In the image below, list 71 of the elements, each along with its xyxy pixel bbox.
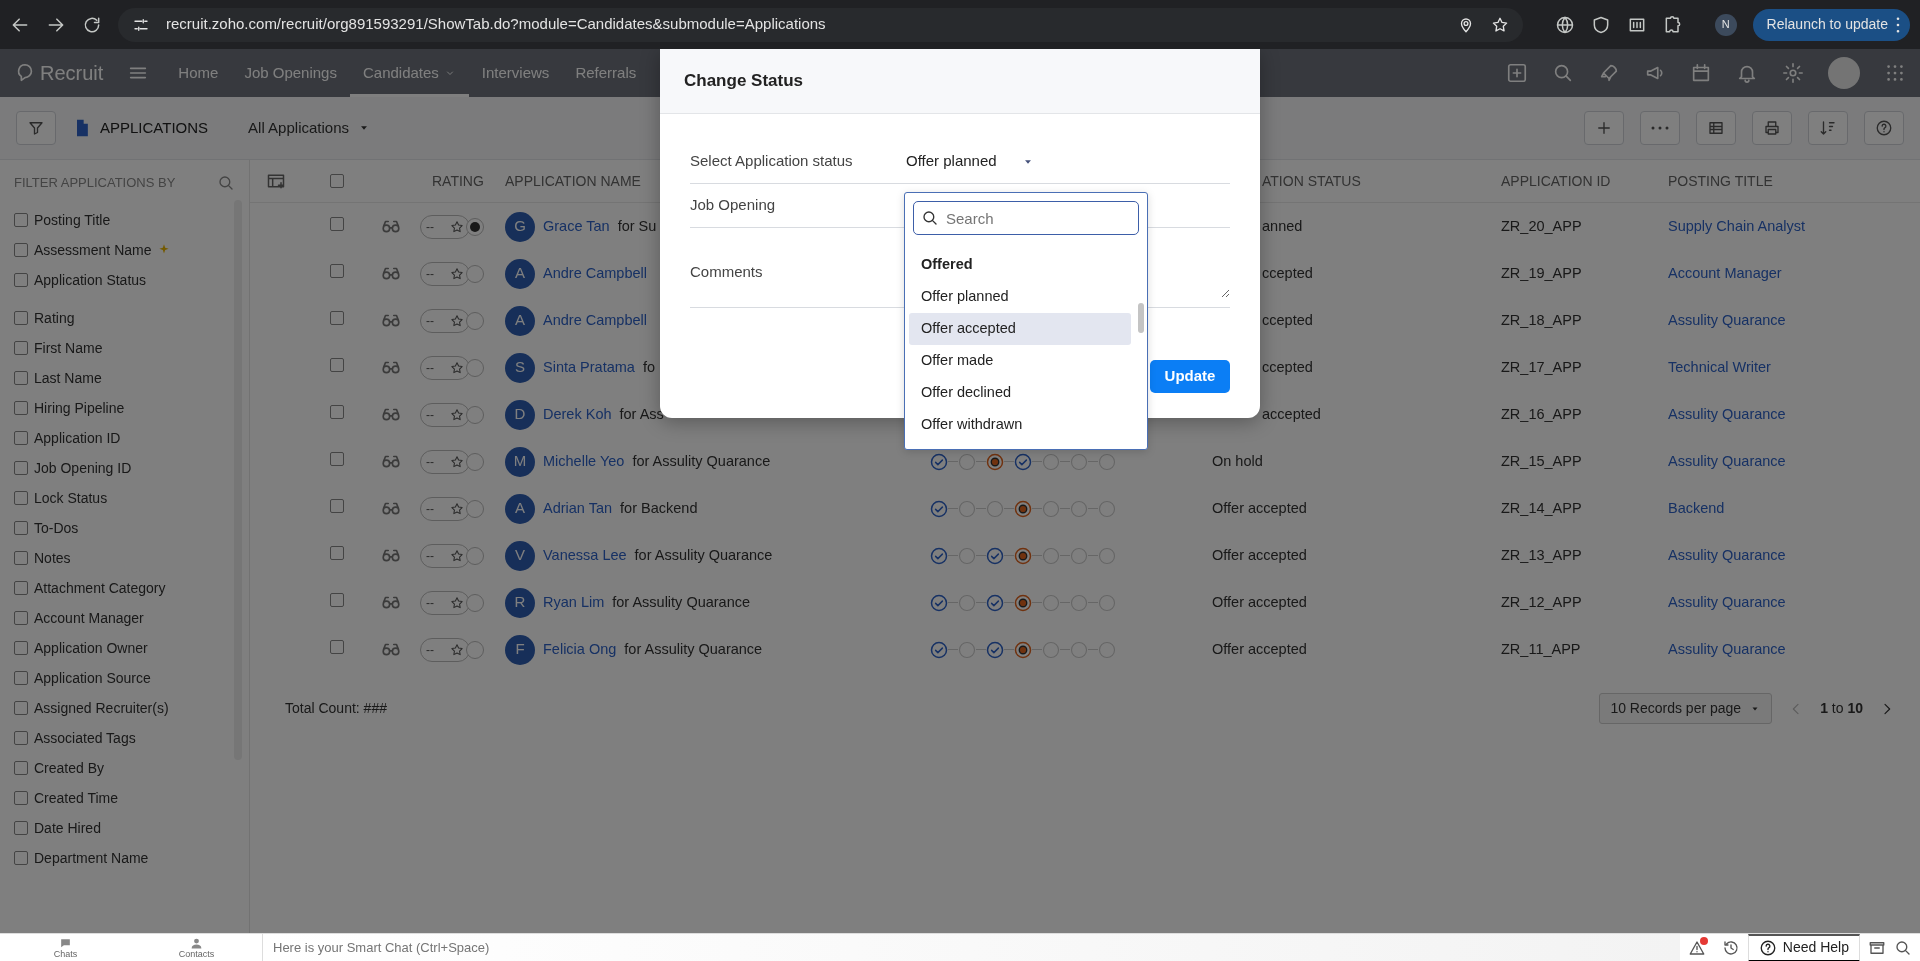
filter-label: Rating xyxy=(34,308,75,328)
job-text: for Assulity Quarance xyxy=(624,639,763,659)
page-range: 1 to 10 xyxy=(1820,699,1863,718)
filter-label: Application Owner xyxy=(34,638,148,658)
filter-label: Posting Title xyxy=(34,210,111,230)
modal-title: Change Status xyxy=(684,70,804,93)
status-text: accepted xyxy=(1261,405,1321,422)
status-text: ccepted xyxy=(1261,264,1313,281)
filter-label: Lock Status xyxy=(34,488,108,508)
application-id: ZR_14_APP xyxy=(1501,499,1582,516)
filter-label: Last Name xyxy=(34,368,102,388)
job-text: for Su xyxy=(617,216,657,236)
filter-label: Application Status xyxy=(34,270,147,290)
job-text: for Backend xyxy=(620,498,698,518)
status-text: Offer accepted xyxy=(1212,499,1307,516)
job-text: for Assulity Quarance xyxy=(612,592,751,612)
field-label: Select Application status xyxy=(690,151,854,172)
application-id: ZR_18_APP xyxy=(1501,311,1582,328)
filter-label: Associated Tags xyxy=(34,728,136,748)
avatar: A xyxy=(505,493,535,524)
filter-label: Account Manager xyxy=(34,608,144,628)
group-header: Offered xyxy=(920,255,974,275)
field-label: Comments xyxy=(690,262,764,283)
filter-label: Created Time xyxy=(34,788,119,808)
filter-label: Attachment Category xyxy=(34,578,166,598)
application-id: ZR_19_APP xyxy=(1501,264,1582,281)
filter-label: Application ID xyxy=(34,428,121,448)
application-id: ZR_11_APP xyxy=(1501,640,1581,657)
application-id: ZR_12_APP xyxy=(1501,593,1582,610)
filter-title: FILTER APPLICATIONS BY xyxy=(14,173,176,192)
status-text: anned xyxy=(1261,217,1303,234)
status-text: Offer accepted xyxy=(1212,593,1307,610)
filter-label: Assessment Name xyxy=(34,240,152,260)
job-text: fo xyxy=(642,357,655,377)
filter-label: Application Source xyxy=(34,668,151,688)
filter-label: Date Hired xyxy=(34,818,101,838)
application-id: ZR_17_APP xyxy=(1501,358,1582,375)
status-text: Offer accepted xyxy=(1212,546,1307,563)
avatar: F xyxy=(505,634,535,665)
field-label: Job Opening xyxy=(690,195,777,216)
application-id: ZR_16_APP xyxy=(1501,405,1582,422)
url-text: recruit.zoho.com/recruit/org891593291/ShowTab.do?module=Candidates&submodule=Applications xyxy=(166,14,827,35)
filter-label: Created By xyxy=(34,758,105,778)
status-text: On hold xyxy=(1212,452,1263,469)
filter-label: Job Opening ID xyxy=(34,458,132,478)
filter-label: Hiring Pipeline xyxy=(34,398,125,418)
status-text: ccepted xyxy=(1261,358,1313,375)
application-id: ZR_13_APP xyxy=(1501,546,1582,563)
avatar: D xyxy=(505,399,535,430)
filter-label: First Name xyxy=(34,338,103,358)
status-text: Offer accepted xyxy=(1212,640,1307,657)
filter-label: Assigned Recruiter(s) xyxy=(34,698,169,718)
avatar: G xyxy=(505,211,535,242)
avatar: V xyxy=(505,540,535,571)
job-text: for Ass xyxy=(619,404,664,424)
avatar: S xyxy=(505,352,535,383)
avatar: M xyxy=(505,446,535,477)
application-id: ZR_20_APP xyxy=(1501,217,1582,234)
filter-label: To-Dos xyxy=(34,518,79,538)
application-id: ZR_15_APP xyxy=(1501,452,1582,469)
avatar: A xyxy=(505,305,535,336)
job-text: for Assulity Quarance xyxy=(634,545,773,565)
total-count: Total Count: ### xyxy=(285,699,387,718)
filter-label: Department Name xyxy=(34,848,149,868)
avatar: A xyxy=(505,258,535,289)
filter-label: Notes xyxy=(34,548,71,568)
avatar: R xyxy=(505,587,535,618)
module-title: APPLICATIONS xyxy=(100,117,209,138)
status-text: ccepted xyxy=(1261,311,1313,328)
job-text: for Assulity Quarance xyxy=(632,451,771,471)
app-name: Recruit xyxy=(40,61,104,86)
